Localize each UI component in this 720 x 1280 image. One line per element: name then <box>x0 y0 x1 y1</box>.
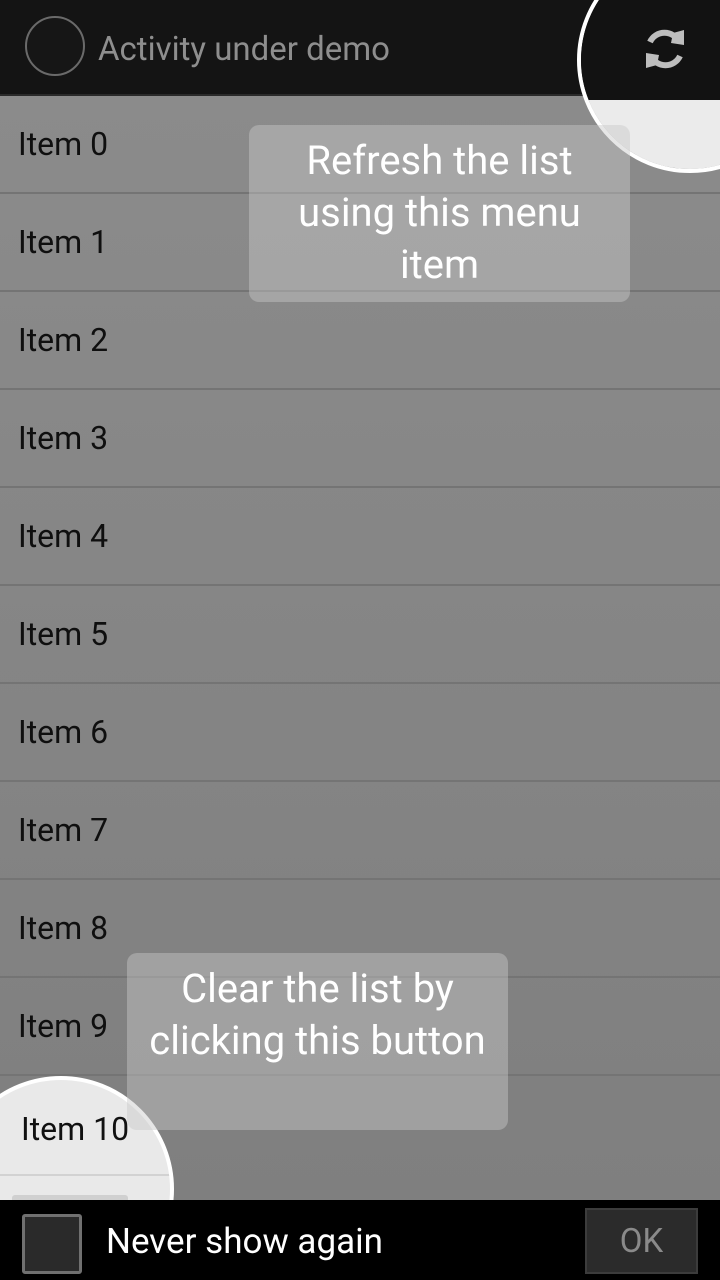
list-item-label: Item 10 <box>21 1110 130 1148</box>
list-item-label: Item 4 <box>18 517 109 555</box>
bottom-bar: Never show again OK <box>0 1200 720 1280</box>
never-show-checkbox[interactable] <box>22 1214 82 1274</box>
list-item-label: Item 7 <box>18 811 109 849</box>
never-show-label[interactable]: Never show again <box>106 1220 383 1264</box>
list-item[interactable]: Item 5 <box>0 586 720 684</box>
refresh-button[interactable] <box>625 14 705 84</box>
list-item[interactable]: Item 2 <box>0 292 720 390</box>
tooltip-refresh: Refresh the list using this menu item <box>249 125 630 302</box>
ok-button[interactable]: OK <box>585 1208 698 1274</box>
list-item[interactable]: Item 7 <box>0 782 720 880</box>
list-item-label: Item 9 <box>18 1007 109 1045</box>
page-title: Activity under demo <box>98 30 390 69</box>
list-item-label: Item 6 <box>18 713 109 751</box>
list-item-label: Item 0 <box>18 125 109 163</box>
list-item-label: Item 1 <box>18 223 109 261</box>
showcase-screen: Item 0 Item 1 Item 2 Item 3 Item 4 Item … <box>0 0 720 1280</box>
tooltip-clear: Clear the list by clicking this button <box>127 953 508 1130</box>
refresh-icon <box>646 29 684 69</box>
list-item-label: Item 8 <box>18 909 109 947</box>
list-item-label: Item 3 <box>18 419 109 457</box>
list-item[interactable]: Item 6 <box>0 684 720 782</box>
list-item-label: Item 2 <box>18 321 109 359</box>
list-item-label: Item 5 <box>18 615 109 653</box>
list-item[interactable]: Item 3 <box>0 390 720 488</box>
app-icon <box>25 16 85 76</box>
list-item[interactable]: Item 4 <box>0 488 720 586</box>
